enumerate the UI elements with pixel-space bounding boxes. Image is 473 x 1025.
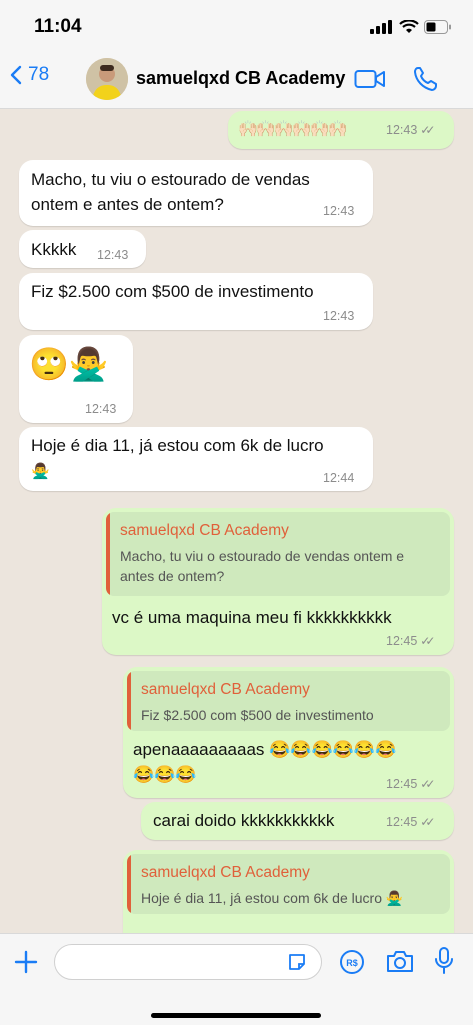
read-receipt-icon: ✓✓ — [420, 634, 435, 648]
back-chevron-icon — [10, 65, 22, 85]
contact-name[interactable]: samuelqxd CB Academy — [136, 68, 345, 89]
message-text-line1: Hoje é dia 11, já estou com 6k de lucro — [31, 436, 324, 455]
battery-icon — [424, 20, 451, 34]
message-time: 12:43 — [85, 402, 117, 416]
message-meta: 12:45 ✓✓ — [386, 634, 435, 648]
message-bubble-outgoing[interactable]: 🙌🏻🙌🏻🙌🏻🙌🏻🙌🏻🙌🏻 12:43 ✓✓ — [228, 111, 454, 149]
message-meta: 12:43 ✓✓ — [386, 123, 435, 137]
payment-icon[interactable]: R$ — [339, 949, 365, 975]
message-bubble-incoming[interactable]: Hoje é dia 11, já estou com 6k de lucro … — [19, 427, 373, 491]
message-time: 12:43 — [97, 248, 129, 262]
quote-text-line1: Fiz $2.500 com $500 de investimento — [141, 707, 374, 723]
message-time: 12:43 — [323, 204, 355, 218]
quote-bar — [127, 671, 131, 731]
camera-icon[interactable] — [386, 949, 414, 973]
avatar-image — [86, 58, 128, 100]
message-time: 12:45 — [386, 634, 418, 648]
message-text: carai doido kkkkkkkkkkk — [153, 811, 335, 830]
quote-bar — [127, 854, 131, 914]
message-time: 12:45 — [386, 777, 418, 791]
svg-text:R$: R$ — [346, 958, 358, 968]
message-bubble-outgoing[interactable]: carai doido kkkkkkkkkkk 12:45 ✓✓ — [141, 802, 454, 840]
read-receipt-icon: ✓✓ — [420, 123, 435, 137]
message-text: vc é uma maquina meu fi kkkkkkkkkk — [112, 608, 392, 627]
message-emoji: 🙄🙅‍♂️ — [29, 346, 109, 382]
message-bubble-incoming[interactable]: Fiz $2.500 com $500 de investimento 12:4… — [19, 273, 373, 330]
back-button[interactable]: 78 — [10, 64, 49, 86]
status-time: 11:04 — [34, 16, 82, 37]
status-bar: 11:04 — [0, 0, 473, 52]
message-text-line1: Macho, tu viu o estourado de vendas — [31, 170, 310, 189]
message-meta: 12:45 ✓✓ — [386, 777, 435, 791]
message-time: 12:43 — [386, 123, 418, 137]
phone-icon[interactable] — [413, 66, 437, 92]
quote-author: samuelqxd CB Academy — [120, 522, 289, 539]
message-text: Fiz $2.500 com $500 de investimento — [31, 282, 314, 301]
message-bubble-outgoing[interactable]: samuelqxd CB Academy Hoje é dia 11, já e… — [123, 850, 454, 933]
read-receipt-icon: ✓✓ — [420, 815, 435, 829]
message-meta: 12:45 ✓✓ — [386, 815, 435, 829]
message-text-line2: 😂😂😂 — [133, 765, 197, 784]
message-text-line2: 🙅‍♂️ — [31, 463, 50, 480]
sticker-icon[interactable] — [287, 952, 307, 972]
message-text: 🙌🏻🙌🏻🙌🏻🙌🏻🙌🏻🙌🏻 — [238, 121, 348, 138]
message-bubble-outgoing[interactable]: samuelqxd CB Academy Fiz $2.500 com $500… — [123, 667, 454, 798]
message-text-line2: ontem e antes de ontem? — [31, 195, 224, 214]
avatar[interactable] — [86, 58, 128, 100]
plus-icon[interactable] — [14, 950, 38, 974]
microphone-icon[interactable] — [434, 946, 454, 976]
quote-author: samuelqxd CB Academy — [141, 864, 310, 881]
compose-bar: R$ — [0, 933, 473, 1025]
quote-text-line2: antes de ontem? — [120, 568, 225, 584]
message-time: 12:45 — [386, 815, 418, 829]
quote-author: samuelqxd CB Academy — [141, 681, 310, 698]
message-bubble-incoming[interactable]: Kkkkk 12:43 — [19, 230, 146, 268]
quote-text-line1: Hoje é dia 11, já estou com 6k de lucro … — [141, 890, 404, 906]
message-bubble-incoming[interactable]: Macho, tu viu o estourado de vendas onte… — [19, 160, 373, 226]
cellular-signal-icon — [370, 20, 392, 34]
back-count: 78 — [28, 64, 50, 85]
message-bubble-outgoing[interactable]: samuelqxd CB Academy Macho, tu viu o est… — [102, 508, 454, 655]
quote-text-line1: Macho, tu viu o estourado de vendas onte… — [120, 548, 405, 564]
read-receipt-icon: ✓✓ — [420, 777, 435, 791]
chat-header: 78 samuelqxd CB Academy — [0, 52, 473, 109]
message-bubble-incoming[interactable]: 🙄🙅‍♂️ 12:43 — [19, 335, 133, 423]
message-list[interactable]: 🙌🏻🙌🏻🙌🏻🙌🏻🙌🏻🙌🏻 12:43 ✓✓ Macho, tu viu o es… — [0, 109, 473, 933]
quoted-message[interactable]: samuelqxd CB Academy Hoje é dia 11, já e… — [127, 854, 450, 914]
quoted-message[interactable]: samuelqxd CB Academy Fiz $2.500 com $500… — [127, 671, 450, 731]
home-indicator[interactable] — [151, 1013, 321, 1018]
message-text: Kkkkk — [31, 240, 77, 259]
wifi-icon — [399, 20, 419, 33]
message-input[interactable] — [54, 944, 322, 980]
message-time: 12:43 — [323, 309, 355, 323]
video-call-icon[interactable] — [354, 68, 386, 90]
message-time: 12:44 — [323, 471, 355, 485]
quote-bar — [106, 512, 110, 596]
message-text-line1: apenaaaaaaaaas 😂😂😂😂😂😂 — [133, 740, 397, 759]
quoted-message[interactable]: samuelqxd CB Academy Macho, tu viu o est… — [106, 512, 450, 596]
